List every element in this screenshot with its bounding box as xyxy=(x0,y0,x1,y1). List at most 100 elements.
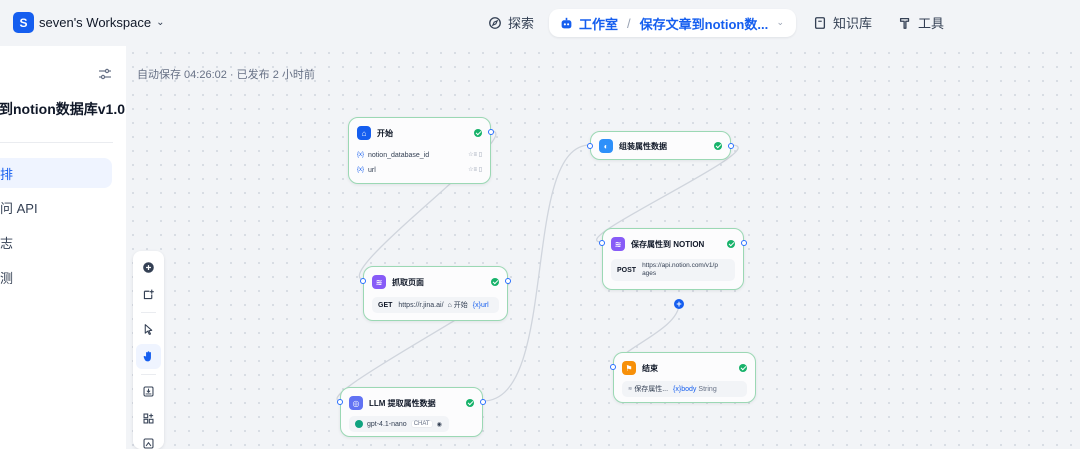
required-text-icon: ☆≡ ▯ xyxy=(468,167,482,173)
nav-explore[interactable]: 探索 xyxy=(488,13,534,32)
compass-icon xyxy=(489,16,501,29)
success-check-icon xyxy=(714,142,722,150)
variable-icon: {x} xyxy=(673,385,682,393)
node-title: 结束 xyxy=(642,363,658,373)
node-title: 开始 xyxy=(377,128,393,138)
nav-explore-label: 探索 xyxy=(508,16,535,31)
minimap-button[interactable] xyxy=(136,431,161,449)
http-request-summary: POST https://api.notion.com/v1/p ages xyxy=(611,259,735,281)
output-variable: ≋ 保存属性... {x} body String xyxy=(622,381,747,397)
node-end[interactable]: ⚑ 结束 ≋ 保存属性... {x} body String xyxy=(610,352,756,403)
hammer-icon xyxy=(899,17,910,29)
variable-name: url xyxy=(368,166,376,174)
success-check-icon xyxy=(474,129,482,137)
variable-icon: {x} xyxy=(357,167,365,173)
hand-mode-button[interactable] xyxy=(136,344,161,369)
book-icon xyxy=(814,16,826,29)
http-url: https://r.jina.ai/ xyxy=(398,301,444,309)
eye-icon: ◉ xyxy=(436,421,442,428)
model-name: gpt-4.1-nano xyxy=(367,420,407,428)
output-handle[interactable] xyxy=(480,399,486,405)
nav-knowledge-label: 知识库 xyxy=(833,16,873,31)
output-handle[interactable] xyxy=(741,240,747,246)
required-text-icon: ☆≡ ▯ xyxy=(468,152,482,158)
export-image-button[interactable] xyxy=(136,379,161,404)
http-method: GET xyxy=(378,301,393,309)
variable-icon: {x} xyxy=(357,152,365,158)
nav-studio[interactable]: 工作室 xyxy=(560,14,618,33)
organize-blocks-button[interactable] xyxy=(136,406,161,431)
chevron-down-icon[interactable]: ⌄ xyxy=(776,17,784,28)
nav-studio-label: 工作室 xyxy=(579,16,619,32)
node-title: 组装属性数据 xyxy=(619,141,667,151)
cursor-icon xyxy=(144,324,153,335)
sidebar-item-logs[interactable]: 志 xyxy=(0,227,112,257)
nav-knowledge[interactable]: 知识库 xyxy=(813,13,872,32)
workspace-switcher[interactable]: seven's Workspace ⌄ xyxy=(39,15,164,30)
workspace-name: seven's Workspace xyxy=(39,15,152,30)
node-start[interactable]: ⌂ 开始 {x} notion_database_id ☆≡ ▯ {x} url… xyxy=(348,117,494,184)
layout-grid-icon xyxy=(143,413,154,424)
input-handle[interactable] xyxy=(610,364,616,370)
output-node: 保存属性... xyxy=(634,386,669,393)
output-handle[interactable] xyxy=(505,278,511,284)
minimap-icon xyxy=(143,438,154,449)
http-method: POST xyxy=(617,266,637,274)
robot-icon xyxy=(561,17,572,28)
chevron-down-icon: ⌄ xyxy=(156,17,165,28)
model-selector: gpt-4.1-nano CHAT ◉ xyxy=(349,416,449,432)
node-header: ◐ 组装属性数据 xyxy=(599,139,667,153)
input-handle[interactable] xyxy=(587,143,593,149)
input-handle[interactable] xyxy=(599,240,605,246)
sticky-note-icon xyxy=(143,289,154,300)
node-header: ⚑ 结束 xyxy=(622,361,658,375)
nav-tools[interactable]: 工具 xyxy=(898,13,944,32)
node-header: ◎ LLM 提取属性数据 xyxy=(349,396,436,410)
sidebar-divider xyxy=(0,142,113,143)
breadcrumb-app-name[interactable]: 保存文章到notion数... xyxy=(640,14,769,33)
output-handle[interactable] xyxy=(728,143,734,149)
http-request-summary: GET https://r.jina.ai/ ⌂ 开始 {x} url xyxy=(372,297,499,313)
add-block-button[interactable] xyxy=(136,255,161,280)
node-header: ≋ 抓取页面 xyxy=(372,275,424,289)
variable-icon: {x} xyxy=(472,301,481,309)
variable-name: notion_database_id xyxy=(368,151,430,159)
node-header: ≋ 保存属性到 NOTION xyxy=(611,237,704,251)
add-note-button[interactable] xyxy=(136,282,161,307)
image-download-icon xyxy=(143,386,154,397)
sidebar-item-monitor[interactable]: 测 xyxy=(0,262,112,292)
node-ref-icon: ⌂ xyxy=(447,301,452,309)
http-icon: ≋ xyxy=(372,275,386,289)
output-variable-type: String xyxy=(698,385,717,393)
add-node-button[interactable]: + xyxy=(674,299,684,309)
http-url-line: ages xyxy=(642,270,657,277)
pointer-mode-button[interactable] xyxy=(136,317,161,342)
sidebar-settings-icon[interactable] xyxy=(98,68,112,80)
code-icon: ◐ xyxy=(599,139,613,153)
app-sidebar: 到notion数据库v1.0 排 问 API 志 测 xyxy=(0,46,126,449)
success-check-icon xyxy=(491,278,499,286)
brain-icon: ◎ xyxy=(349,396,363,410)
toolbar-divider xyxy=(141,312,156,313)
app-title: 到notion数据库v1.0 xyxy=(0,101,126,117)
input-handle[interactable] xyxy=(360,278,366,284)
output-handle[interactable] xyxy=(488,129,494,135)
success-check-icon xyxy=(727,240,735,248)
sidebar-item-orchestrate[interactable]: 排 xyxy=(0,158,112,188)
node-http-save[interactable]: ≋ 保存属性到 NOTION POST https://api.notion.c… xyxy=(599,228,747,290)
node-header: ⌂ 开始 xyxy=(357,126,393,140)
http-icon: ≋ xyxy=(628,386,633,392)
hand-icon xyxy=(143,351,151,362)
node-http-fetch[interactable]: ≋ 抓取页面 GET https://r.jina.ai/ ⌂ 开始 {x} u… xyxy=(360,266,511,321)
workspace-avatar[interactable]: S xyxy=(13,12,34,33)
node-title: LLM 提取属性数据 xyxy=(369,398,436,408)
openai-icon xyxy=(355,420,363,428)
plus-circle-icon xyxy=(143,262,154,273)
autosave-status: 自动保存 04:26:02 · 已发布 2 小时前 xyxy=(137,69,315,81)
variable-row: {x} url xyxy=(357,164,376,176)
input-handle[interactable] xyxy=(337,399,343,405)
node-llm[interactable]: ◎ LLM 提取属性数据 gpt-4.1-nano CHAT ◉ xyxy=(337,387,486,437)
http-icon: ≋ xyxy=(611,237,625,251)
node-code-assemble[interactable]: ◐ 组装属性数据 xyxy=(587,131,734,160)
sidebar-item-api[interactable]: 问 API xyxy=(0,192,112,222)
